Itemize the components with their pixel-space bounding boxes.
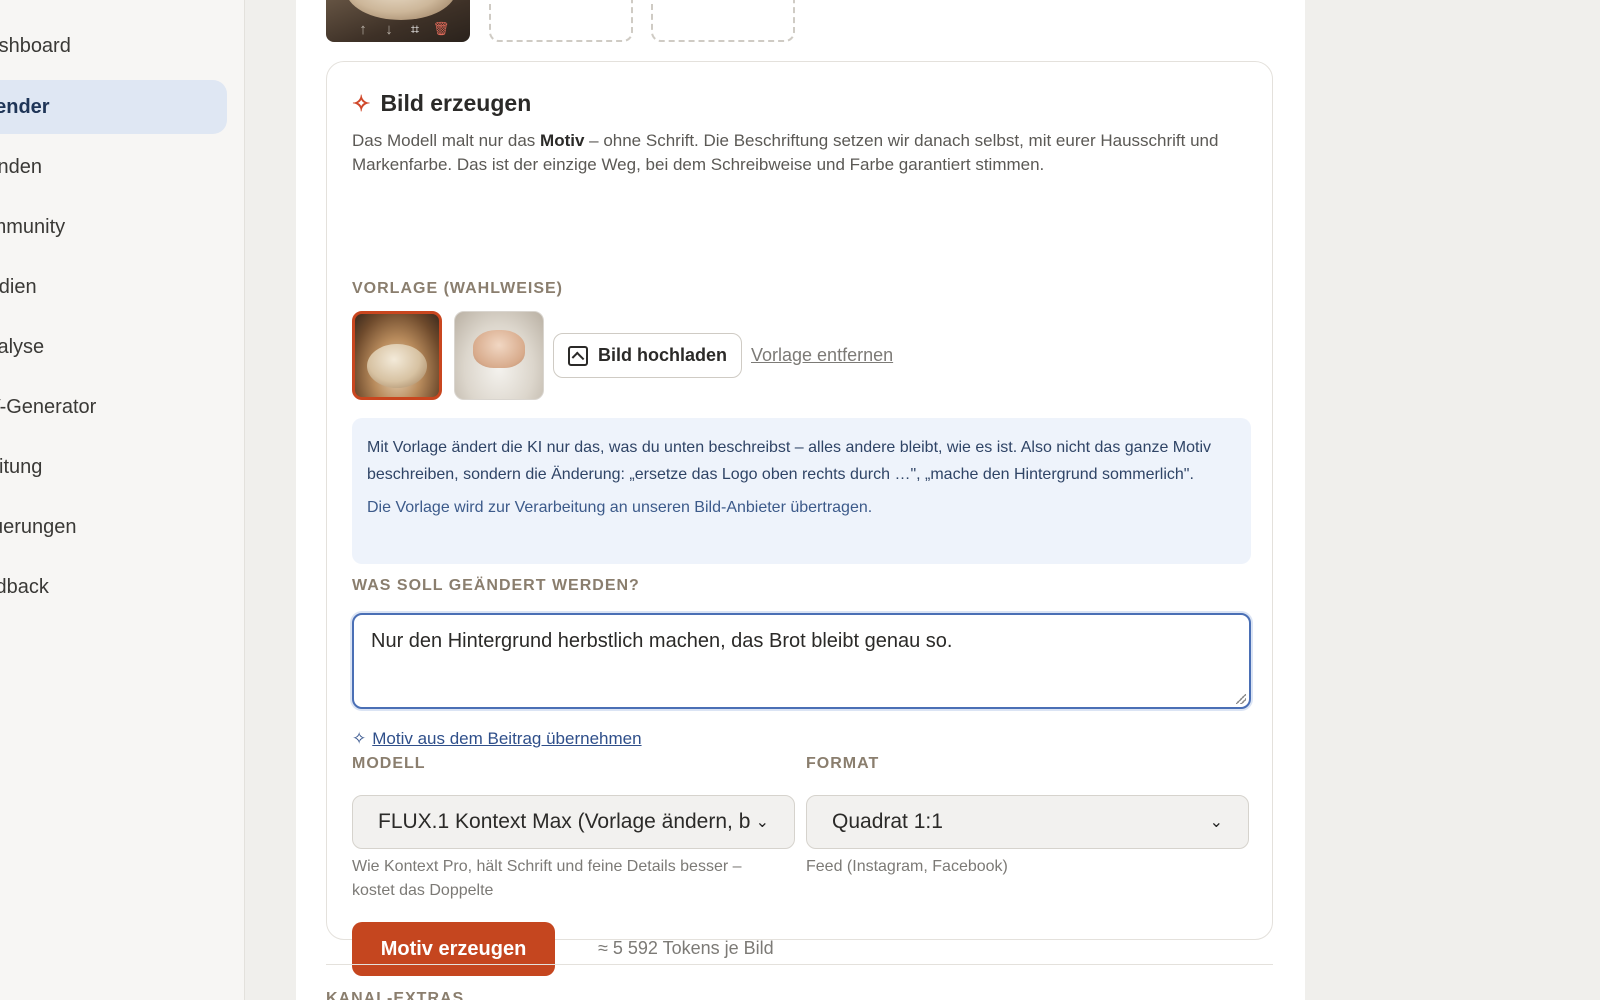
- sidebar: Dashboard Kalender Kunden Community Medi…: [0, 0, 245, 1000]
- crop-icon[interactable]: ⌗: [406, 21, 424, 38]
- sidebar-item-label: Anleitung: [0, 455, 43, 478]
- sidebar-item-label: Feedback: [0, 575, 49, 598]
- sidebar-item-label: KV-Generator: [0, 395, 97, 418]
- generate-motif-button[interactable]: Motiv erzeugen: [352, 922, 555, 976]
- template-thumbnail-selected[interactable]: [352, 311, 442, 400]
- sidebar-item-community[interactable]: Community: [0, 200, 227, 254]
- adopt-motif-link[interactable]: ✧ Motiv aus dem Beitrag übernehmen: [352, 729, 642, 749]
- chevron-down-icon: ⌄: [755, 814, 769, 831]
- model-help: Wie Kontext Pro, hält Schrift und feine …: [352, 858, 742, 899]
- template-info-box: Mit Vorlage ändert die KI nur das, was d…: [352, 418, 1251, 564]
- desc-bold: Motiv: [540, 131, 585, 150]
- divider: [326, 964, 1273, 965]
- channel-extras-label: KANAL-EXTRAS: [326, 990, 465, 1000]
- move-up-icon[interactable]: ↑: [354, 21, 372, 38]
- sidebar-item-label: Analyse: [0, 335, 45, 358]
- generate-image-card: ✧ Bild erzeugen Das Modell malt nur das …: [326, 61, 1273, 976]
- sidebar-item-label: Medien: [0, 275, 37, 298]
- dough-image: [473, 330, 525, 368]
- format-select[interactable]: Quadrat 1:1 ⌄: [806, 795, 1249, 849]
- format-help: Feed (Instagram, Facebook): [806, 858, 1008, 875]
- desc-text: Das Modell malt nur das: [352, 131, 541, 150]
- format-label: FORMAT: [806, 755, 880, 772]
- model-select[interactable]: FLUX.1 Kontext Max (Vorlage ändern, b ⌄: [352, 795, 795, 849]
- image-upload-icon: [567, 345, 588, 366]
- empty-image-slot[interactable]: [489, 0, 633, 42]
- change-label: WAS SOLL GEÄNDERT WERDEN?: [352, 577, 640, 594]
- thumbnail-tools: ↑ ↓ ⌗ 🗑: [354, 21, 450, 38]
- chevron-down-icon: ⌄: [1209, 814, 1223, 831]
- bread-image: [346, 0, 456, 20]
- resize-handle-icon[interactable]: [1236, 694, 1246, 704]
- sidebar-item-label: Community: [0, 215, 66, 238]
- card-title-text: Bild erzeugen: [380, 90, 532, 116]
- card-title: ✧ Bild erzeugen: [352, 90, 531, 117]
- template-label: VORLAGE (WAHLWEISE): [352, 280, 563, 297]
- sidebar-item-medien[interactable]: Medien: [0, 260, 227, 314]
- sidebar-item-kalender[interactable]: Kalender: [0, 80, 227, 134]
- sidebar-item-anleitung[interactable]: Anleitung: [0, 440, 227, 494]
- sidebar-item-analyse[interactable]: Analyse: [0, 320, 227, 374]
- change-textarea-value: Nur den Hintergrund herbstlich machen, d…: [371, 630, 953, 652]
- selected-image-thumbnail[interactable]: ↑ ↓ ⌗ 🗑: [326, 0, 470, 42]
- empty-image-slot[interactable]: [651, 0, 795, 42]
- model-label: MODELL: [352, 755, 426, 772]
- upload-button-label: Bild hochladen: [597, 345, 727, 365]
- main-panel: ↑ ↓ ⌗ 🗑 ✧ Bild erzeugen Das Modell malt …: [296, 0, 1305, 1000]
- remove-template-link[interactable]: Vorlage entfernen: [751, 345, 893, 366]
- change-textarea[interactable]: Nur den Hintergrund herbstlich machen, d…: [352, 613, 1251, 709]
- sidebar-item-dashboard[interactable]: Dashboard: [0, 19, 227, 73]
- bread-image: [367, 344, 427, 388]
- move-down-icon[interactable]: ↓: [380, 21, 398, 38]
- sidebar-item-kunden[interactable]: Kunden: [0, 140, 227, 194]
- trash-icon[interactable]: 🗑: [432, 21, 450, 38]
- sidebar-item-label: Kalender: [0, 95, 50, 118]
- sidebar-item-label: Kunden: [0, 155, 42, 178]
- sidebar-item-label: Dashboard: [0, 34, 71, 57]
- sparkle-icon: ✧: [352, 90, 371, 116]
- adopt-motif-label: Motiv aus dem Beitrag übernehmen: [372, 729, 642, 748]
- format-select-value: Quadrat 1:1: [832, 810, 943, 833]
- card-description: Das Modell malt nur das Motiv – ohne Sch…: [352, 129, 1232, 177]
- upload-image-button[interactable]: Bild hochladen: [553, 333, 742, 378]
- template-thumbnail[interactable]: [454, 311, 544, 400]
- sidebar-item-feedback[interactable]: Feedback: [0, 560, 227, 614]
- info-text: Mit Vorlage ändert die KI nur das, was d…: [367, 439, 1212, 483]
- model-select-value: FLUX.1 Kontext Max (Vorlage ändern, b: [378, 810, 750, 833]
- sidebar-item-label: Steuerungen: [0, 515, 77, 538]
- sidebar-item-kv-generator[interactable]: KV-Generator: [0, 380, 227, 434]
- token-estimate: ≈ 5 592 Tokens je Bild: [598, 938, 774, 958]
- privacy-note: Die Vorlage wird zur Verarbeitung an uns…: [367, 499, 873, 516]
- sidebar-item-steuerungen[interactable]: Steuerungen: [0, 500, 227, 554]
- sparkle-icon: ✧: [352, 729, 367, 748]
